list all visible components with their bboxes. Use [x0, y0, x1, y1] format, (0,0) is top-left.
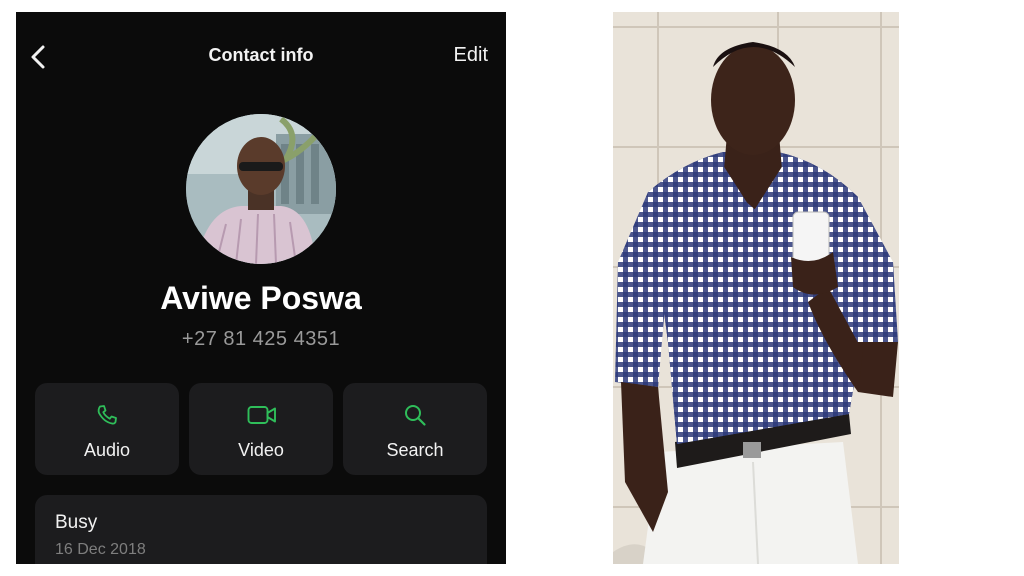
phone-icon	[97, 405, 117, 425]
avatar[interactable]	[186, 114, 336, 264]
navigation-bar: Contact info Edit	[16, 12, 506, 100]
audio-label: Audio	[83, 440, 131, 460]
contact-info-screen: Contact info Edit Aviwe Poswa +27 81 425…	[16, 12, 506, 564]
status-text: Busy	[55, 512, 98, 533]
chevron-left-icon	[31, 45, 45, 69]
search-icon	[405, 405, 426, 426]
search-button[interactable]: Search	[343, 383, 487, 475]
page-title: Contact info	[208, 45, 314, 65]
video-call-button[interactable]: Video	[189, 383, 333, 475]
search-label: Search	[386, 440, 444, 460]
video-camera-icon	[247, 406, 276, 424]
profile-photo-full	[613, 12, 899, 564]
status-date: 16 Dec 2018	[55, 541, 146, 558]
contact-name: Aviwe Poswa	[160, 280, 362, 316]
about-status-card[interactable]: Busy 16 Dec 2018	[35, 495, 487, 564]
video-label: Video	[238, 440, 284, 460]
back-button[interactable]	[22, 40, 56, 74]
contact-phone-number[interactable]: +27 81 425 4351	[16, 328, 506, 351]
audio-call-button[interactable]: Audio	[35, 383, 179, 475]
edit-button[interactable]: Edit	[454, 44, 488, 67]
